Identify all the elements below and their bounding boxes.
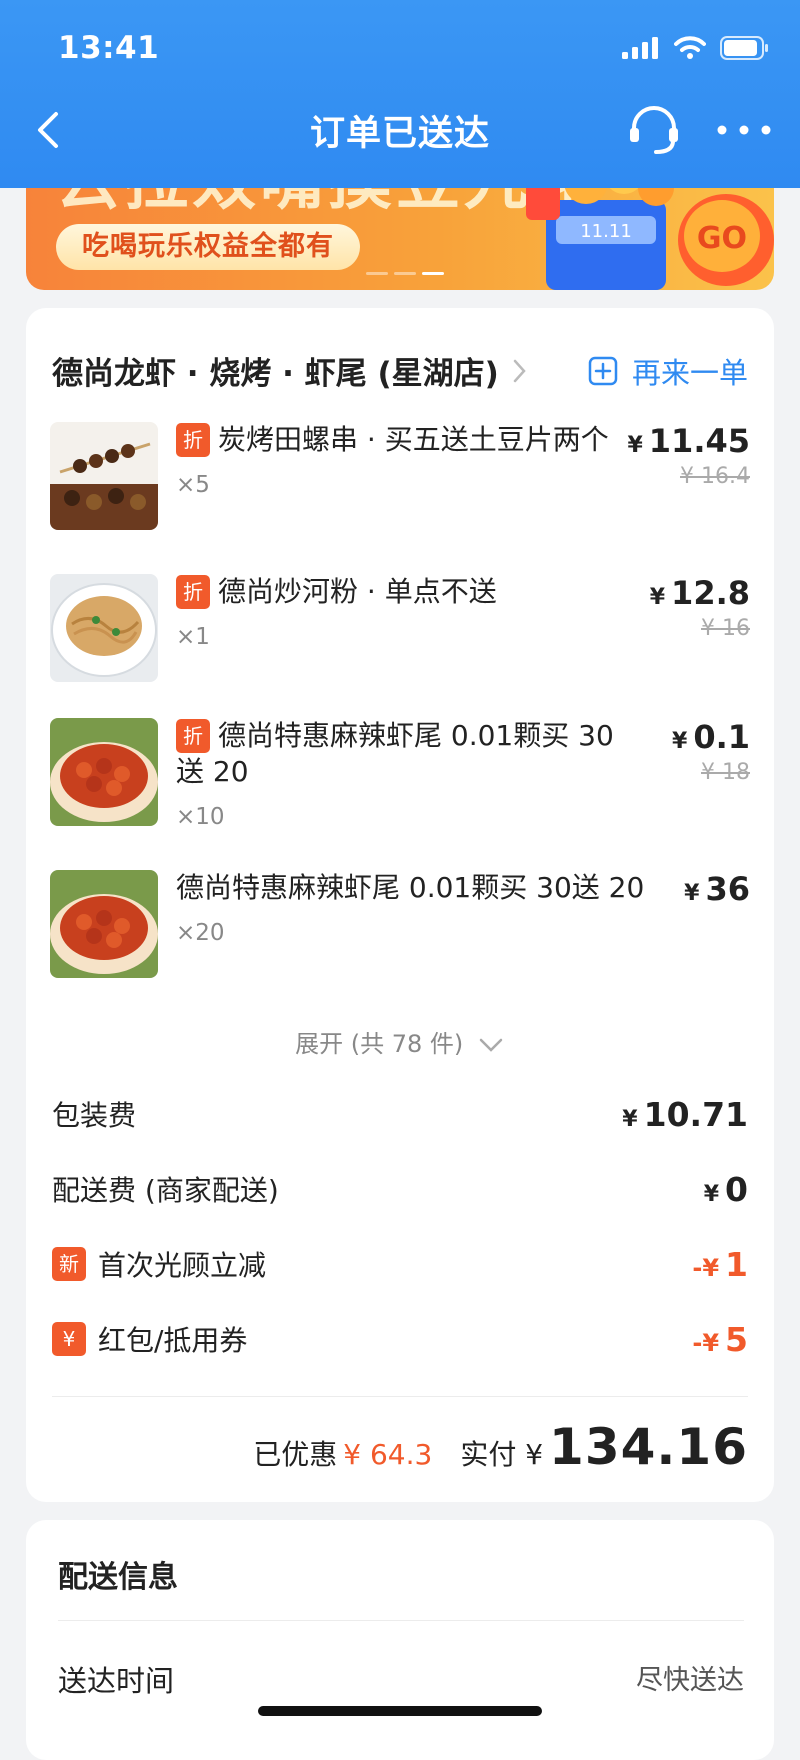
discount-tag: 折 (176, 575, 210, 609)
packaging-fee-label: 包装费 (52, 1099, 137, 1132)
saved-label: 已优惠 (253, 1438, 338, 1471)
svg-text:GO: GO (697, 221, 747, 256)
customer-service-icon[interactable] (626, 106, 682, 156)
shop-name: 德尚龙虾 · 烧烤 · 虾尾 (星湖店) (52, 356, 499, 392)
item-quantity: ×5 (176, 472, 210, 498)
home-indicator[interactable] (258, 1706, 542, 1716)
battery-icon (720, 36, 768, 60)
chevron-down-icon (479, 1038, 503, 1052)
banner-pagination (366, 272, 444, 275)
packaging-fee-row: 包装费 ¥10.71 (52, 1094, 748, 1134)
item-name: 德尚特惠麻辣虾尾 0.01颗买 30送 20 (176, 719, 614, 788)
reorder-label: 再来一单 (631, 356, 748, 390)
item-price: ¥12.8 (649, 574, 750, 612)
coupon-badge: ¥ (52, 1322, 86, 1356)
item-name: 德尚炒河粉 · 单点不送 (218, 575, 497, 608)
status-icons (622, 36, 770, 60)
food-thumbnail (50, 718, 158, 826)
food-thumbnail (50, 870, 158, 978)
item-original-price: ¥ 16.4 (680, 464, 750, 489)
order-item[interactable]: 德尚特惠麻辣虾尾 0.01颗买 30送 20 ×20 ¥36 (50, 870, 750, 980)
divider (52, 1396, 748, 1397)
item-price: ¥0.1 (672, 718, 750, 756)
delivery-fee-value: ¥0 (703, 1169, 748, 1209)
delivery-info-card: 配送信息 送达时间 尽快送达 (26, 1520, 774, 1760)
paid-value: 134.16 (549, 1418, 748, 1476)
expand-label: 展开 (共 78 件) (295, 1030, 464, 1058)
expand-items-button[interactable]: 展开 (共 78 件) (26, 1024, 774, 1059)
coupon-label: 红包/抵用券 (98, 1324, 248, 1357)
wifi-icon (674, 36, 706, 59)
delivery-time-label: 送达时间 (58, 1664, 175, 1698)
plus-square-icon (588, 356, 618, 386)
item-price: ¥36 (684, 870, 750, 908)
delivery-fee-label: 配送费 (商家配送) (52, 1174, 279, 1207)
discount-tag: 折 (176, 423, 210, 457)
shop-name-link[interactable]: 德尚龙虾 · 烧烤 · 虾尾 (星湖店) (52, 348, 529, 393)
order-item[interactable]: 折德尚炒河粉 · 单点不送 ×1 ¥12.8 ¥ 16 (50, 574, 750, 684)
discount-tag: 折 (176, 719, 210, 753)
first-visit-label: 首次光顾立减 (98, 1249, 267, 1282)
delivery-title: 配送信息 (58, 1560, 178, 1595)
delivery-time-row: 送达时间 尽快送达 (58, 1658, 744, 1700)
cellular-signal-icon (622, 37, 658, 59)
saved-value: ¥ 64.3 (343, 1438, 433, 1471)
packaging-fee-value: ¥10.71 (622, 1094, 748, 1134)
item-name: 德尚特惠麻辣虾尾 0.01颗买 30送 20 (176, 871, 645, 904)
new-customer-badge: 新 (52, 1247, 86, 1281)
divider (58, 1620, 744, 1621)
svg-text:11.11: 11.11 (580, 221, 632, 242)
status-time: 13:41 (58, 30, 160, 66)
food-thumbnail (50, 422, 158, 530)
paid-label: 实付 ¥ (460, 1438, 544, 1471)
item-name: 炭烤田螺串 · 买五送土豆片两个 (218, 423, 609, 456)
item-original-price: ¥ 16 (701, 616, 750, 641)
top-header: 13:41 订单已送达 (0, 0, 800, 188)
item-quantity: ×1 (176, 624, 210, 650)
order-item[interactable]: 折炭烤田螺串 · 买五送土豆片两个 ×5 ¥11.45 ¥ 16.4 (50, 422, 750, 532)
delivery-fee-row: 配送费 (商家配送) ¥0 (52, 1169, 748, 1209)
order-item[interactable]: 折德尚特惠麻辣虾尾 0.01颗买 30送 20 ×10 ¥0.1 ¥ 18 (50, 718, 750, 830)
first-visit-value: -¥ 1 (692, 1244, 748, 1284)
coupon-value: -¥ 5 (692, 1319, 748, 1359)
chevron-right-icon (513, 359, 526, 382)
item-quantity: ×10 (176, 804, 225, 830)
item-original-price: ¥ 18 (701, 760, 750, 785)
order-card: 德尚龙虾 · 烧烤 · 虾尾 (星湖店) 再来一单 折炭烤田螺串 · 买五送土豆… (26, 308, 774, 1502)
more-icon[interactable] (714, 116, 774, 144)
order-total: 已优惠 ¥ 64.3 实付 ¥ 134.16 (253, 1418, 748, 1476)
coupon-discount-row: ¥ 红包/抵用券 -¥ 5 (52, 1319, 748, 1359)
banner-pill: 吃喝玩乐权益全都有 (56, 224, 360, 270)
delivery-time-value: 尽快送达 (636, 1665, 744, 1696)
reorder-button[interactable]: 再来一单 (588, 350, 748, 392)
item-price: ¥11.45 (627, 422, 750, 460)
first-visit-discount-row: 新首次光顾立减 -¥ 1 (52, 1244, 748, 1284)
food-thumbnail (50, 574, 158, 682)
item-quantity: ×20 (176, 920, 225, 946)
